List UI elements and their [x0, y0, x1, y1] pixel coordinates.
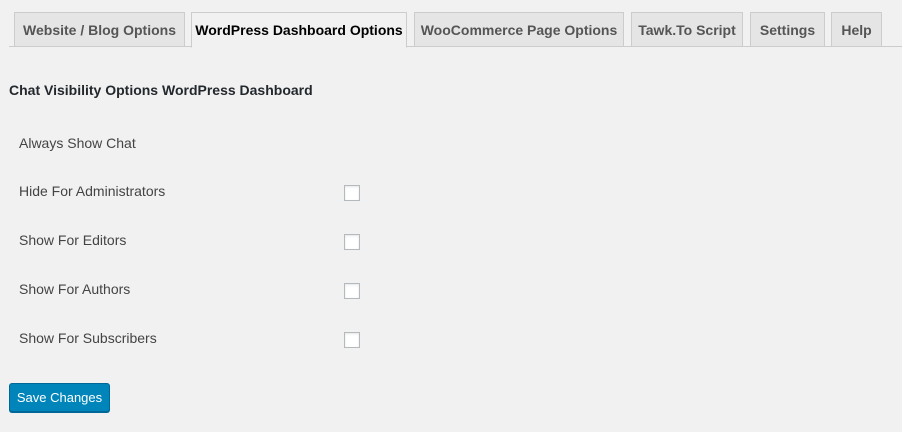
show-for-editors-checkbox[interactable] [344, 234, 360, 250]
tab-settings[interactable]: Settings [750, 12, 825, 47]
tab-wordpress-dashboard-options[interactable]: WordPress Dashboard Options [191, 12, 407, 48]
show-for-subscribers-checkbox[interactable] [344, 332, 360, 348]
option-label-show-for-subscribers: Show For Subscribers [19, 330, 157, 346]
tab-website-blog-options[interactable]: Website / Blog Options [14, 12, 185, 47]
tab-woocommerce-page-options[interactable]: WooCommerce Page Options [414, 12, 624, 47]
tab-help[interactable]: Help [831, 12, 882, 47]
section-title: Chat Visibility Options WordPress Dashbo… [9, 82, 313, 98]
option-label-show-for-authors: Show For Authors [19, 281, 131, 297]
show-for-authors-checkbox[interactable] [344, 283, 360, 299]
option-label-show-for-editors: Show For Editors [19, 232, 127, 248]
option-label-always-show-chat: Always Show Chat [19, 135, 136, 151]
tab-tawk-to-script[interactable]: Tawk.To Script [631, 12, 743, 47]
save-changes-button[interactable]: Save Changes [9, 383, 110, 412]
option-label-hide-for-administrators: Hide For Administrators [19, 183, 166, 199]
settings-tabs: Website / Blog Options WordPress Dashboa… [0, 0, 902, 48]
hide-for-administrators-checkbox[interactable] [344, 185, 360, 201]
